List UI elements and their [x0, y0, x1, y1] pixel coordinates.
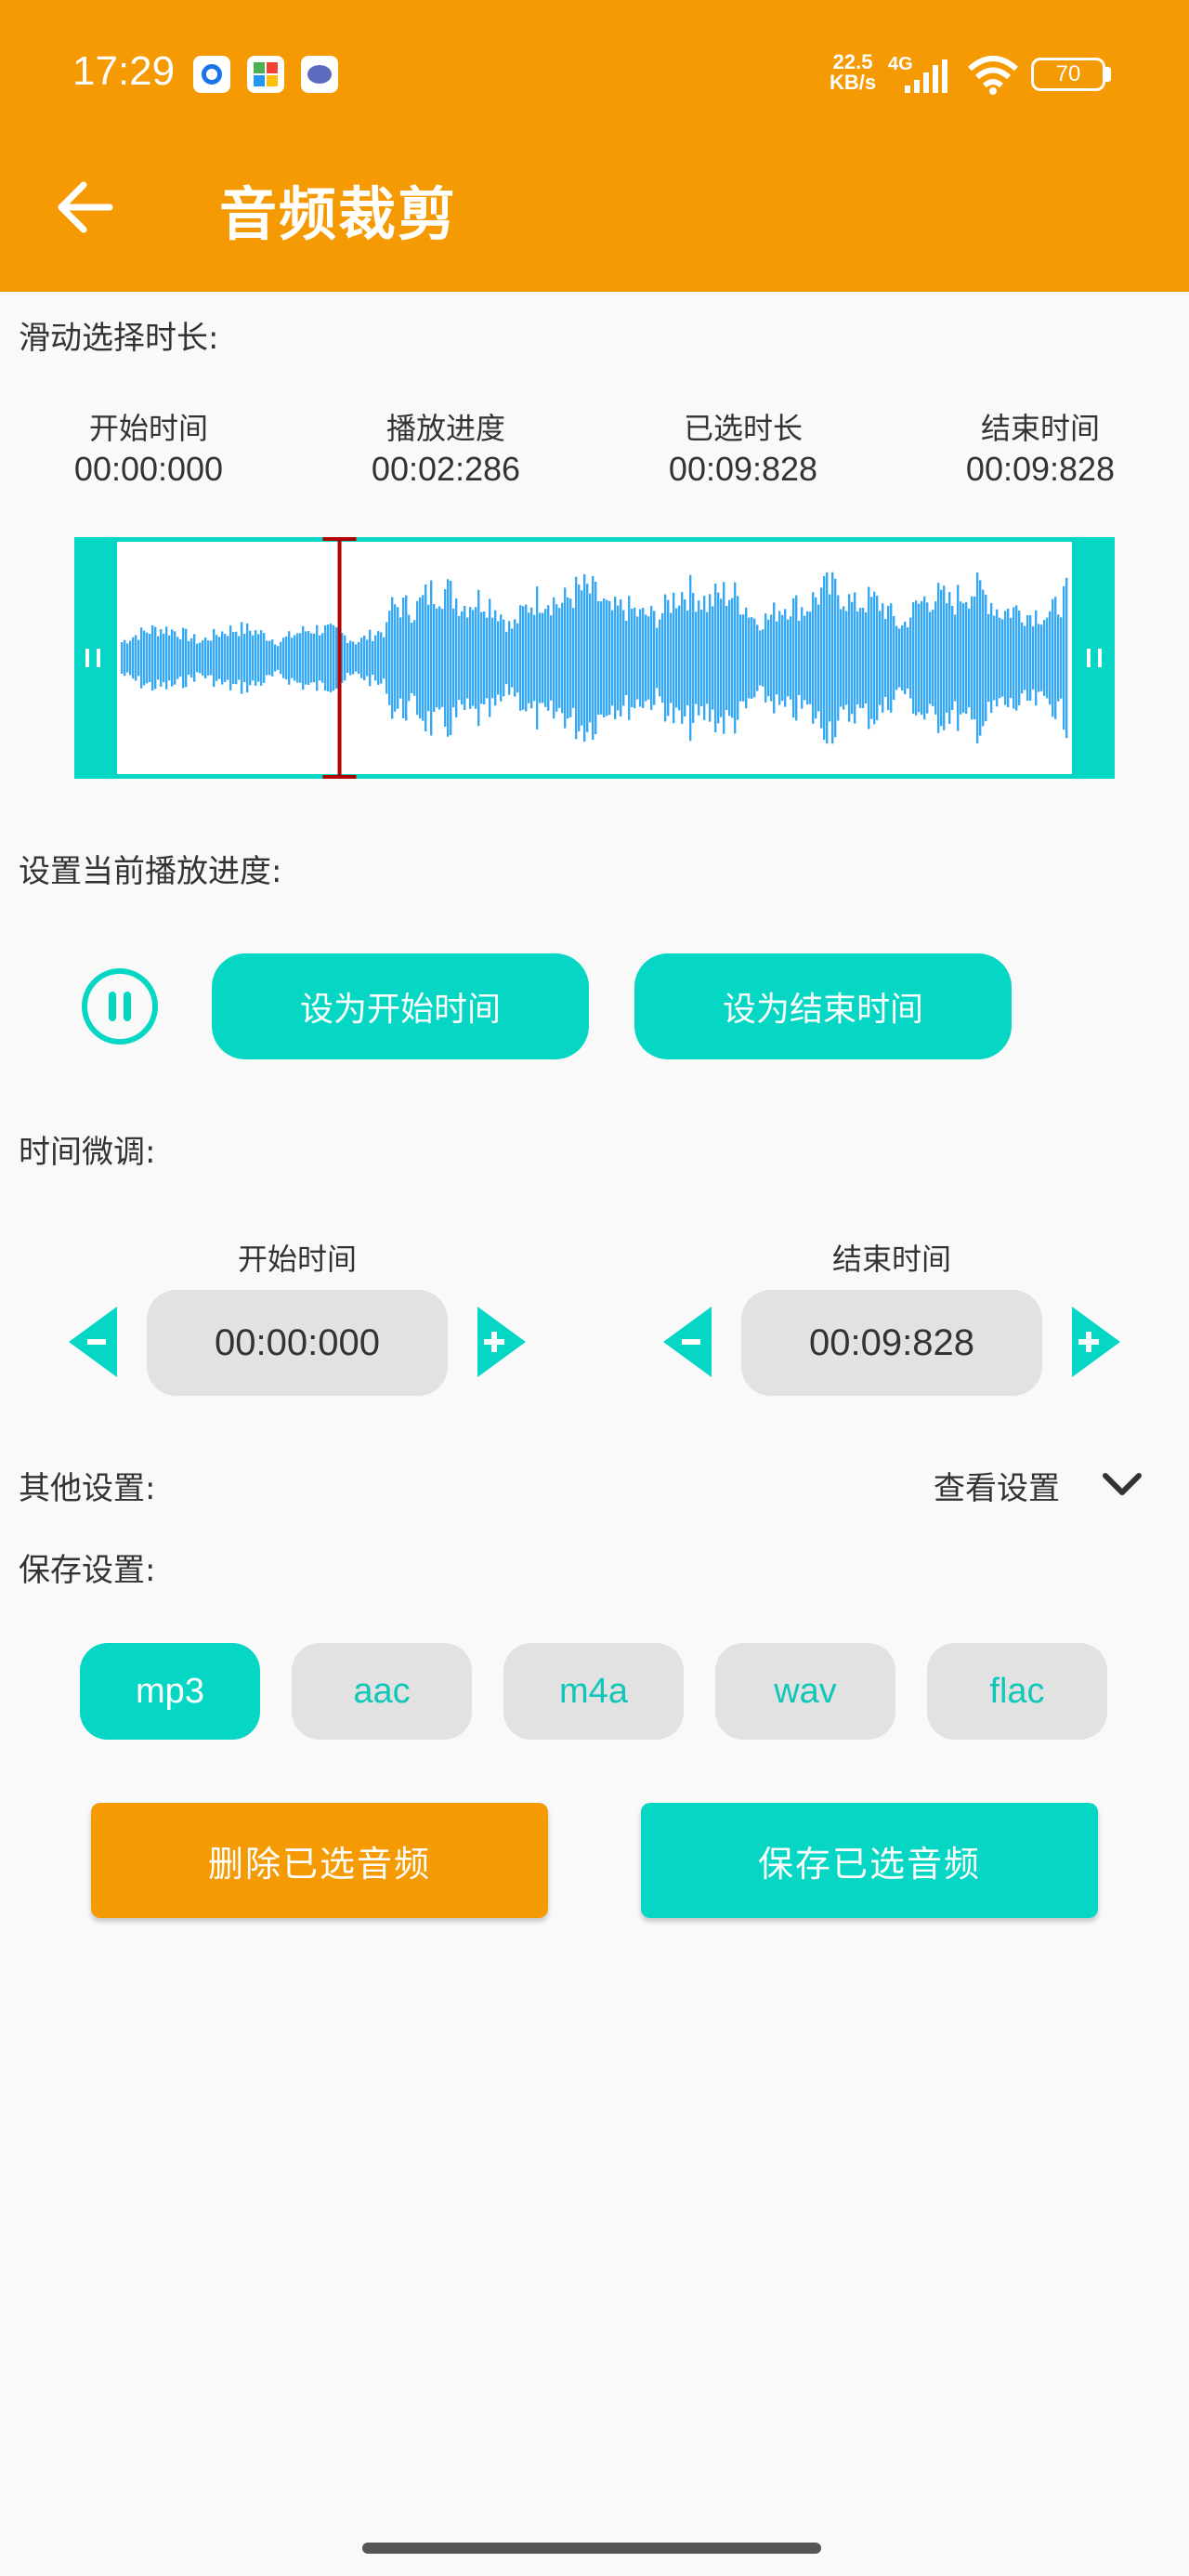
end-time-field[interactable]: 00:09:828 [741, 1290, 1042, 1396]
start-increase-button[interactable] [476, 1305, 528, 1379]
finetune-label: 时间微调: [19, 1134, 156, 1171]
finetune-end-label: 结束时间 [831, 1242, 951, 1277]
format-wav[interactable]: wav [715, 1643, 895, 1740]
format-flac[interactable]: flac [927, 1643, 1107, 1740]
battery-tip [1105, 67, 1111, 82]
start-time-field[interactable]: 00:00:000 [147, 1290, 448, 1396]
stat-duration-value: 00:09:828 [668, 450, 818, 488]
progress-label: 设置当前播放进度: [19, 853, 282, 890]
start-decrease-button[interactable] [67, 1305, 119, 1379]
net-speed: 22.5 KB/s [830, 50, 877, 94]
selection-bottom-border [74, 774, 1115, 779]
page-title: 音频裁剪 [219, 180, 458, 248]
app-header [0, 0, 1189, 292]
right-trim-handle[interactable] [1072, 537, 1115, 779]
end-increase-button[interactable] [1070, 1305, 1122, 1379]
finetune-start-label: 开始时间 [237, 1242, 357, 1277]
other-settings-label: 其他设置: [19, 1470, 156, 1507]
battery-level: 70 [1055, 61, 1081, 86]
status-time: 17:29 [72, 48, 176, 94]
save-selected-button[interactable]: 保存已选音频 [641, 1803, 1098, 1918]
slide-select-label: 滑动选择时长: [19, 320, 219, 357]
chevron-down-icon[interactable] [1102, 1470, 1143, 1498]
left-trim-handle[interactable] [74, 537, 117, 779]
notification-app-icon [193, 56, 230, 93]
stat-end-value: 00:09:828 [965, 450, 1116, 488]
battery-icon: 70 [1031, 58, 1105, 91]
waveform-selector[interactable] [74, 537, 1115, 779]
end-decrease-button[interactable] [661, 1305, 713, 1379]
puzzle-app-icon [247, 56, 284, 93]
signal-icon [905, 59, 947, 93]
pause-button[interactable] [82, 968, 158, 1045]
delete-selected-button[interactable]: 删除已选音频 [91, 1803, 548, 1918]
back-arrow-icon[interactable] [52, 175, 117, 240]
stat-progress-label: 播放进度 [385, 411, 505, 446]
view-settings-link[interactable]: 查看设置 [934, 1463, 1060, 1508]
stat-progress-value: 00:02:286 [371, 450, 521, 488]
wifi-icon [968, 56, 1018, 95]
selection-top-border [74, 537, 1115, 542]
format-m4a[interactable]: m4a [503, 1643, 684, 1740]
stat-end-label: 结束时间 [980, 411, 1100, 446]
format-aac[interactable]: aac [292, 1643, 472, 1740]
save-settings-label: 保存设置: [19, 1552, 156, 1589]
set-end-button[interactable]: 设为结束时间 [634, 953, 1012, 1059]
format-mp3[interactable]: mp3 [80, 1643, 260, 1740]
set-start-button[interactable]: 设为开始时间 [212, 953, 589, 1059]
stat-start-label: 开始时间 [88, 411, 208, 446]
stat-duration-label: 已选时长 [683, 411, 803, 446]
browser-app-icon [301, 56, 338, 93]
home-indicator[interactable] [362, 2543, 821, 2554]
stat-start-value: 00:00:000 [73, 450, 224, 488]
